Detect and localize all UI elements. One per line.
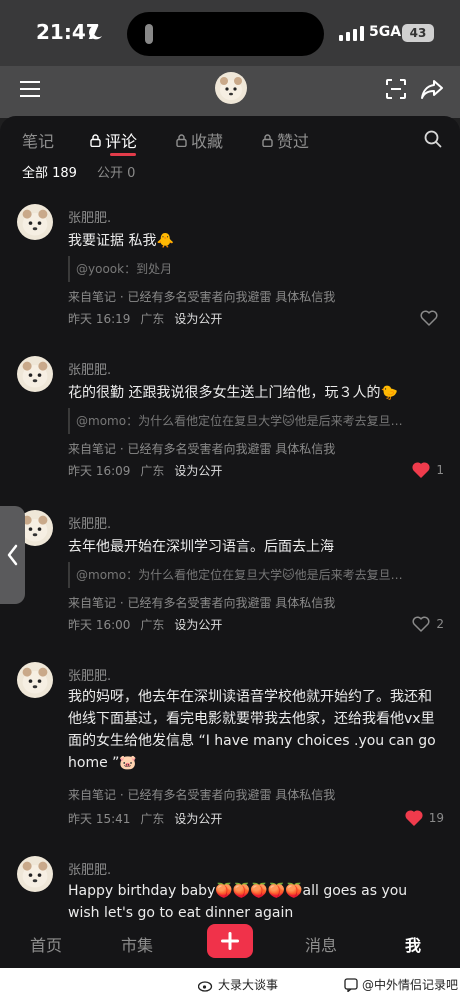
filter-public[interactable]: 公开 0 <box>97 162 135 181</box>
watermark-left: 大录大谈事 <box>198 976 278 993</box>
flashlight-indicator-icon <box>145 24 153 44</box>
comment-filter: 全部 189 公开 0 <box>22 162 135 181</box>
comment-avatar[interactable] <box>17 856 53 892</box>
comment-item[interactable]: 张肥肥. 去年他最开始在深圳学习语言。后面去上海 @momo：为什么看他定位在复… <box>0 510 460 650</box>
nav-home[interactable]: 首页 <box>30 932 62 956</box>
make-public-button[interactable]: 设为公开 <box>174 810 222 827</box>
comment-time: 昨天 16:00 <box>68 618 131 632</box>
nav-me[interactable]: 我 <box>405 932 421 956</box>
plus-icon <box>221 932 239 950</box>
comment-item[interactable]: 张肥肥. 我的妈呀，他去年在深圳读语音学校他就开始约了。我还和他线下面基过，看完… <box>0 662 460 842</box>
heart-icon <box>412 616 430 632</box>
comment-source[interactable]: 来自笔记 · 已经有多名受害者向我避雷 具体私信我 <box>68 288 335 305</box>
comment-text: 我的妈呀，他去年在深圳读语音学校他就开始约了。我还和他线下面基过，看完电影就要带… <box>68 689 436 771</box>
create-post-button[interactable] <box>207 924 253 958</box>
signal-icon <box>339 26 364 41</box>
comment-source[interactable]: 来自笔记 · 已经有多名受害者向我避雷 具体私信我 <box>68 594 335 611</box>
make-public-button[interactable]: 设为公开 <box>174 310 222 327</box>
comment-meta: 昨天 16:19 广东 设为公开 <box>68 310 222 327</box>
tab-notes[interactable]: 笔记 <box>22 128 54 152</box>
tab-favorites-label: 收藏 <box>191 132 224 151</box>
tab-favorites[interactable]: 收藏 <box>176 128 223 152</box>
profile-tabs: 笔记 评论 收藏 赞过 <box>0 128 460 158</box>
comment-text: 花的很勤 还跟我说很多女生送上门给他，玩３人的🐤 <box>68 385 398 401</box>
profile-content-panel: 笔记 评论 收藏 赞过 全部 189 公开 0 张肥肥. 我要证据 私我🐥 @y… <box>0 116 460 1000</box>
comment-meta: 昨天 16:00 广东 设为公开 <box>68 616 222 633</box>
chat-icon <box>344 977 358 992</box>
tab-comments-label: 评论 <box>105 132 138 151</box>
nav-messages[interactable]: 消息 <box>305 932 337 956</box>
comment-item[interactable]: 张肥肥. 我要证据 私我🐥 @yoook：到处月 来自笔记 · 已经有多名受害者… <box>0 204 460 344</box>
lock-icon <box>176 133 187 147</box>
comment-quote[interactable]: @momo：为什么看他定位在复旦大学🐱他是后来考去复旦… <box>68 408 448 434</box>
bottom-nav: 首页 市集 消息 我 <box>0 920 460 968</box>
avatar[interactable] <box>215 72 247 104</box>
comment-item[interactable]: 张肥肥. 花的很勤 还跟我说很多女生送上门给他，玩３人的🐤 @momo：为什么看… <box>0 356 460 496</box>
comment-time: 昨天 15:41 <box>68 812 131 826</box>
comment-author[interactable]: 张肥肥. <box>68 859 111 878</box>
comment-text: 去年他最开始在深圳学习语言。后面去上海 <box>68 539 334 555</box>
comment-author[interactable]: 张肥肥. <box>68 207 111 226</box>
side-drawer-handle[interactable] <box>0 506 25 604</box>
like-count: 2 <box>436 617 444 631</box>
like-count: 1 <box>436 463 444 477</box>
watermark-strip: 大录大谈事 @中外情侣记录吧 <box>0 968 460 1000</box>
heart-icon <box>405 810 423 826</box>
comment-text: Happy birthday baby🍑🍑🍑🍑🍑all goes as you … <box>68 883 408 920</box>
comment-author[interactable]: 张肥肥. <box>68 359 111 378</box>
share-icon[interactable] <box>420 78 444 100</box>
like-count: 19 <box>428 811 444 825</box>
menu-icon[interactable] <box>20 80 40 98</box>
filter-all[interactable]: 全部 189 <box>22 162 77 181</box>
chevron-left-icon <box>7 544 18 566</box>
make-public-button[interactable]: 设为公开 <box>174 616 222 633</box>
watermark-right: @中外情侣记录吧 <box>344 976 458 993</box>
network-label: 5GA <box>369 24 402 40</box>
like-button[interactable]: 2 <box>412 616 444 632</box>
comment-quote[interactable]: @momo：为什么看他定位在复旦大学🐱他是后来考去复旦… <box>68 562 448 588</box>
comment-avatar[interactable] <box>17 356 53 392</box>
scan-icon[interactable] <box>385 78 407 100</box>
lock-icon <box>90 133 101 147</box>
heart-icon <box>420 310 438 326</box>
comment-meta: 昨天 16:09 广东 设为公开 <box>68 462 222 479</box>
tab-liked[interactable]: 赞过 <box>262 128 309 152</box>
status-bar: 21:47 5GA 43 <box>0 0 460 66</box>
watermark-left-text: 大录大谈事 <box>218 978 279 992</box>
search-icon[interactable] <box>424 130 442 148</box>
like-button[interactable]: 1 <box>412 462 444 478</box>
battery-indicator: 43 <box>402 24 434 42</box>
like-button[interactable]: 19 <box>405 810 444 826</box>
comment-source[interactable]: 来自笔记 · 已经有多名受害者向我避雷 具体私信我 <box>68 786 335 803</box>
comment-avatar[interactable] <box>17 204 53 240</box>
comment-region: 广东 <box>140 464 165 478</box>
heart-icon <box>412 462 430 478</box>
comment-item[interactable]: 张肥肥. Happy birthday baby🍑🍑🍑🍑🍑all goes as… <box>0 856 460 920</box>
tab-comments[interactable]: 评论 <box>90 128 137 152</box>
tab-notes-label: 笔记 <box>22 132 55 151</box>
weibo-icon <box>198 980 213 992</box>
dynamic-island <box>127 12 324 56</box>
moon-icon <box>89 25 102 40</box>
comment-author[interactable]: 张肥肥. <box>68 665 111 684</box>
tab-liked-label: 赞过 <box>277 132 310 151</box>
comment-region: 广东 <box>140 812 165 826</box>
watermark-right-text: @中外情侣记录吧 <box>362 978 459 992</box>
comment-avatar[interactable] <box>17 662 53 698</box>
comment-text: 我要证据 私我🐥 <box>68 233 174 249</box>
comment-region: 广东 <box>140 618 165 632</box>
comment-region: 广东 <box>140 312 165 326</box>
comment-time: 昨天 16:19 <box>68 312 131 326</box>
comment-author[interactable]: 张肥肥. <box>68 513 111 532</box>
phone-screen: 21:47 5GA 43 笔记 评论 收藏 赞过 全部 189 公开 0 张肥肥… <box>0 0 460 1000</box>
make-public-button[interactable]: 设为公开 <box>174 462 222 479</box>
like-button[interactable] <box>420 310 444 326</box>
comment-source[interactable]: 来自笔记 · 已经有多名受害者向我避雷 具体私信我 <box>68 440 335 457</box>
comment-quote[interactable]: @yoook：到处月 <box>68 256 448 282</box>
nav-market[interactable]: 市集 <box>121 932 153 956</box>
comment-time: 昨天 16:09 <box>68 464 131 478</box>
active-tab-indicator <box>110 153 136 156</box>
comment-meta: 昨天 15:41 广东 设为公开 <box>68 810 222 827</box>
lock-icon <box>262 133 273 147</box>
